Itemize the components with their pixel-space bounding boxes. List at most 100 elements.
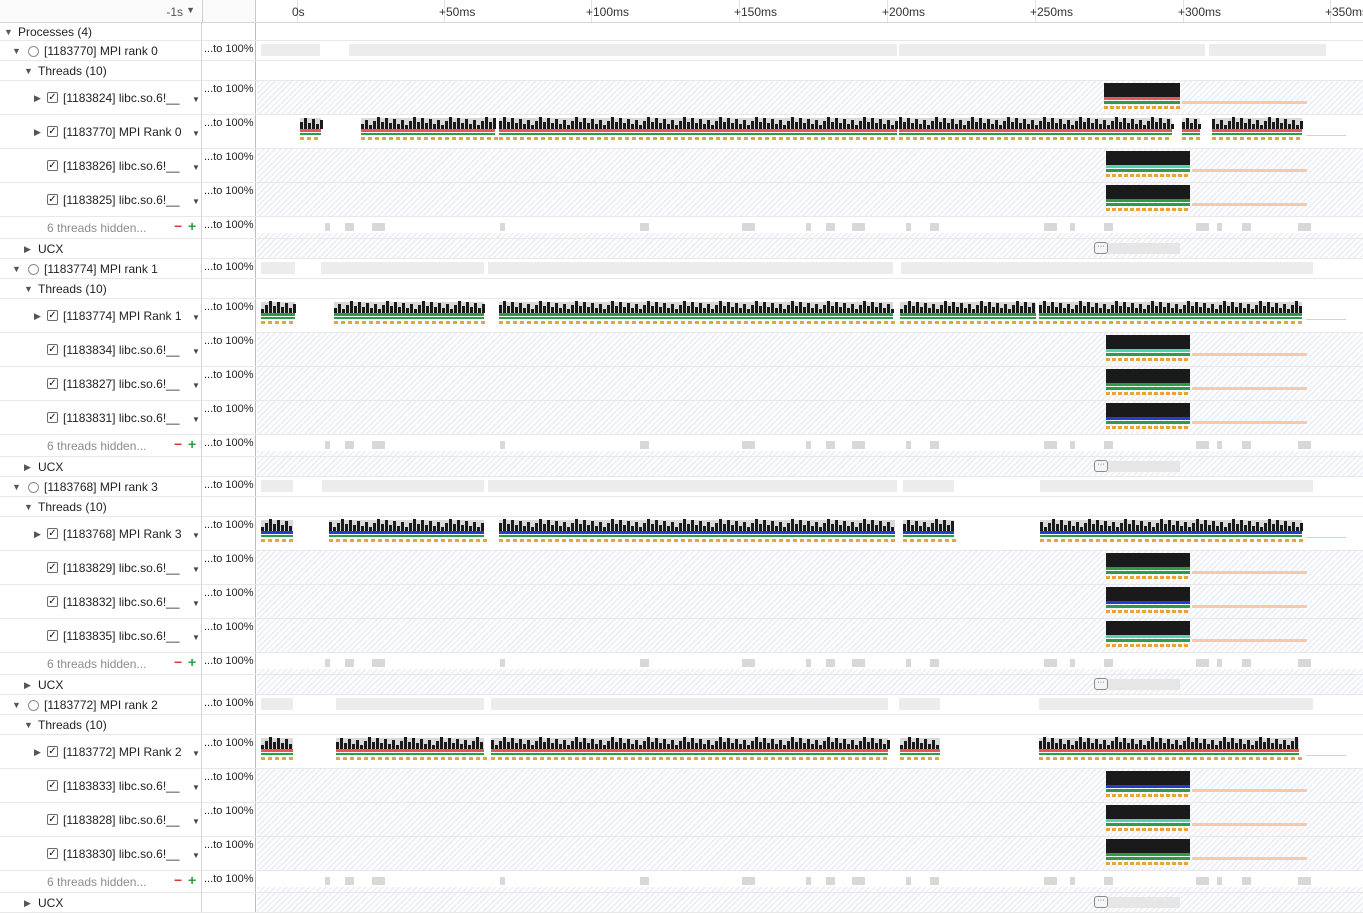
cpu-sample[interactable] <box>995 120 998 129</box>
thread-row[interactable]: ▶ ✓ [1183824] libc.so.6!__ ▼ ...to 100% <box>0 81 1363 115</box>
cpu-sample[interactable] <box>1079 737 1082 749</box>
sample-marker[interactable] <box>1118 174 1122 177</box>
sample-marker[interactable] <box>786 137 790 140</box>
cpu-sample[interactable] <box>420 739 423 749</box>
cpu-sample[interactable] <box>1256 522 1259 531</box>
sample-marker[interactable] <box>1112 576 1116 579</box>
process-activity[interactable] <box>261 698 293 710</box>
sample-marker[interactable] <box>300 137 304 140</box>
sample-marker[interactable] <box>480 137 484 140</box>
sample-marker[interactable] <box>667 321 671 324</box>
sample-marker[interactable] <box>445 137 449 140</box>
sample-marker[interactable] <box>1256 321 1260 324</box>
hidden-thread-sample[interactable] <box>345 659 354 667</box>
chevron-down-icon[interactable]: ▼ <box>24 284 33 294</box>
sample-marker[interactable] <box>785 757 789 760</box>
sample-marker[interactable] <box>1173 539 1177 542</box>
sample-marker[interactable] <box>1154 392 1158 395</box>
sample-marker[interactable] <box>625 137 629 140</box>
sample-marker[interactable] <box>1184 794 1188 797</box>
sample-marker[interactable] <box>499 539 503 542</box>
cpu-sample[interactable] <box>1059 739 1062 749</box>
cpu-sample[interactable] <box>943 118 946 129</box>
sample-marker[interactable] <box>1053 321 1057 324</box>
cpu-block[interactable] <box>1106 369 1190 383</box>
row-label-cell[interactable]: ✓ [1183831] libc.so.6!__ ▼ <box>0 401 202 434</box>
sample-marker[interactable] <box>1189 137 1193 140</box>
sample-marker[interactable] <box>382 137 386 140</box>
cpu-sample[interactable] <box>1267 302 1270 313</box>
mpi-call-bar[interactable] <box>499 531 895 534</box>
idle-gap[interactable] <box>1306 319 1346 320</box>
cpu-sample[interactable] <box>543 524 546 531</box>
sample-marker[interactable] <box>289 321 293 324</box>
sample-marker[interactable] <box>1136 828 1140 831</box>
cpu-sample[interactable] <box>535 523 538 531</box>
cpu-sample[interactable] <box>763 738 766 749</box>
sample-marker[interactable] <box>709 321 713 324</box>
sample-marker[interactable] <box>1112 794 1116 797</box>
sample-marker[interactable] <box>1172 828 1176 831</box>
sample-marker[interactable] <box>1214 757 1218 760</box>
sample-marker[interactable] <box>632 321 636 324</box>
cpu-sample[interactable] <box>507 122 510 129</box>
time-offset-label[interactable]: -1s <box>166 5 183 19</box>
sample-marker[interactable] <box>1011 137 1015 140</box>
cpu-sample[interactable] <box>719 737 722 749</box>
sample-marker[interactable] <box>870 137 874 140</box>
cpu-sample[interactable] <box>1139 304 1142 313</box>
sample-marker[interactable] <box>786 321 790 324</box>
cpu-sample[interactable] <box>1007 117 1010 129</box>
cpu-sample[interactable] <box>835 302 838 313</box>
hidden-thread-sample[interactable] <box>1070 441 1075 449</box>
sample-marker[interactable] <box>1178 644 1182 647</box>
sample-marker[interactable] <box>1182 137 1186 140</box>
cpu-sample[interactable] <box>365 522 368 531</box>
thread-row[interactable]: ✓ [1183832] libc.so.6!__ ▼ ...to 100% <box>0 585 1363 619</box>
sample-marker[interactable] <box>1118 426 1122 429</box>
mpi-call-bar[interactable] <box>334 313 484 316</box>
sample-marker[interactable] <box>1158 106 1162 109</box>
cpu-sample[interactable] <box>655 738 658 749</box>
sample-marker[interactable] <box>439 321 443 324</box>
sample-marker[interactable] <box>527 539 531 542</box>
cpu-sample[interactable] <box>1151 117 1154 129</box>
cpu-sample[interactable] <box>935 117 938 129</box>
cpu-sample[interactable] <box>723 122 726 129</box>
sample-marker[interactable] <box>903 539 907 542</box>
cpu-sample[interactable] <box>426 306 429 313</box>
cpu-sample[interactable] <box>651 524 654 531</box>
cpu-sample[interactable] <box>473 522 476 531</box>
thread-menu-dropdown-icon[interactable]: ▼ <box>192 95 200 104</box>
hidden-thread-sample[interactable] <box>906 223 911 231</box>
cpu-sample[interactable] <box>341 519 344 531</box>
sample-marker[interactable] <box>1160 576 1164 579</box>
sample-marker[interactable] <box>506 321 510 324</box>
cpu-sample[interactable] <box>350 301 353 313</box>
sample-marker[interactable] <box>827 757 831 760</box>
sample-marker[interactable] <box>877 321 881 324</box>
sample-marker[interactable] <box>800 321 804 324</box>
chevron-down-icon[interactable]: ▼ <box>12 264 21 274</box>
cpu-sample[interactable] <box>453 122 456 129</box>
cpu-sample[interactable] <box>1239 739 1242 749</box>
cpu-sample[interactable] <box>382 305 385 313</box>
sample-marker[interactable] <box>1215 539 1219 542</box>
sample-marker[interactable] <box>1060 321 1064 324</box>
sample-marker[interactable] <box>541 321 545 324</box>
hidden-thread-sample[interactable] <box>345 441 354 449</box>
cpu-sample[interactable] <box>755 117 758 129</box>
sample-marker[interactable] <box>389 137 393 140</box>
cpu-sample[interactable] <box>1295 301 1298 313</box>
cpu-sample[interactable] <box>547 302 550 313</box>
cpu-sample[interactable] <box>1016 301 1019 313</box>
cpu-sample[interactable] <box>1131 739 1134 749</box>
cpu-sample[interactable] <box>364 741 367 749</box>
cpu-sample[interactable] <box>571 741 574 749</box>
sample-marker[interactable] <box>1106 794 1110 797</box>
cpu-sample[interactable] <box>476 737 479 749</box>
sample-marker[interactable] <box>561 757 565 760</box>
cpu-sample[interactable] <box>1264 121 1267 129</box>
sample-marker[interactable] <box>863 321 867 324</box>
ucx-row[interactable]: ▶ UCX ··· <box>0 893 1363 913</box>
